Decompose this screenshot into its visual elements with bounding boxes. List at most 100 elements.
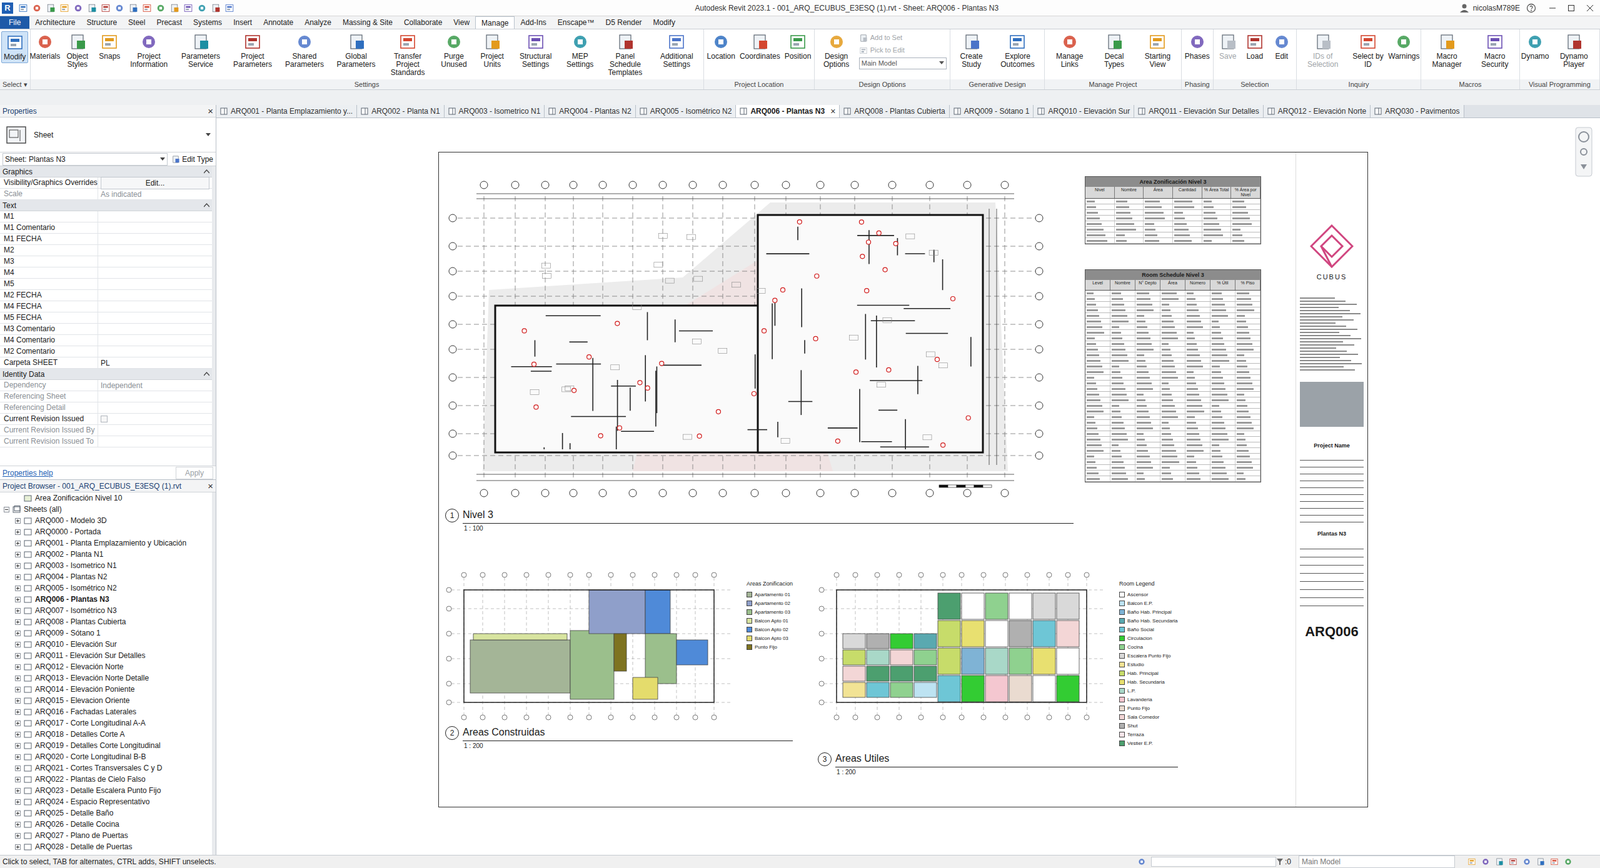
tree-item-label[interactable]: ARQ014 - Elevación Poniente [35,684,135,696]
quick-access-icon[interactable] [141,3,152,14]
status-tool-icon[interactable] [1467,857,1477,867]
tree-item[interactable]: ARQ025 - Detalle Baño [0,807,212,820]
tree-item-label[interactable]: ARQ005 - Isométrico N2 [35,582,117,594]
tree-item-label[interactable]: Area Zonificación Nivel 10 [35,492,122,504]
property-section-header[interactable]: Identity Data [0,368,212,381]
ribbon-tab[interactable]: Annotate [257,16,299,29]
status-tool-icon[interactable] [1549,857,1559,867]
ribbon-button-label[interactable]: Edit [1274,52,1289,61]
tree-item-label[interactable]: ARQ017 - Corte Longitudinal A-A [35,717,146,730]
tree-item-label[interactable]: ARQ003 - Isometrico N1 [35,560,117,572]
ribbon-button-label[interactable]: Shared Parameters [280,52,329,69]
ribbon-button-label[interactable]: Purge Unused [435,52,473,69]
quick-access-icon[interactable] [169,3,180,14]
ribbon-tab[interactable]: Structure [80,16,123,29]
ribbon-button-label[interactable]: Warnings [1388,52,1420,61]
tree-item-label[interactable]: ARQ015 - Elevacion Oriente [35,695,130,707]
ribbon-tab[interactable]: Steel [122,16,151,29]
tree-item[interactable]: ARQ003 - Isometrico N1 [0,560,212,572]
ribbon-button[interactable]: Macro Security [1471,31,1519,71]
status-tool-icon[interactable] [1536,857,1545,867]
app-logo[interactable]: R [1,2,14,14]
ribbon-button[interactable]: Select by ID [1348,31,1389,71]
tree-item-label[interactable]: ARQ023 - Detalle Escalera Punto Fijo [35,785,161,797]
ribbon-button-label[interactable]: Load [1246,52,1263,61]
view-tab[interactable]: ARQ030 - Pavimentos [1370,105,1464,118]
design-option-status[interactable]: Main Model [1298,855,1455,868]
tree-item-label[interactable]: ARQ009 - Sótano 1 [35,627,101,639]
tree-item-label[interactable]: ARQ006 - Plantas N3 [35,593,110,606]
ribbon-button-label[interactable]: MEP Settings [562,52,597,69]
ribbon-button[interactable]: Edit [1268,31,1295,62]
view-tab-label[interactable]: ARQ009 - Sótano 1 [964,105,1030,117]
ribbon-button-label[interactable]: Project Information [125,52,173,69]
model-name[interactable]: Main Model [1301,856,1341,868]
tree-item-label[interactable]: ARQ011 - Elevación Sur Detalles [35,650,146,662]
view-tab-label[interactable]: ARQ001 - Planta Emplazamiento y... [230,105,353,117]
ribbon-button[interactable]: Shared Parameters [278,31,331,71]
tree-item-label[interactable]: ARQ027 - Plano de Puertas [35,830,129,842]
quick-access-icon[interactable] [73,3,84,14]
ribbon-tab[interactable]: Collaborate [398,16,448,29]
property-value[interactable]: PL [100,357,111,369]
ribbon-tab[interactable]: Modify [647,16,681,29]
tree-item[interactable]: ARQ017 - Corte Longitudinal A-A [0,717,212,730]
tree-item[interactable]: ARQ008 - Plantas Cubierta [0,616,212,628]
ribbon-button[interactable]: Warnings [1388,31,1420,62]
view-tab[interactable]: ARQ011 - Elevación Sur Detalles [1134,105,1264,118]
view-tab-label[interactable]: ARQ006 - Plantas N3 [750,105,825,117]
tree-item-label[interactable]: Sheets (all) [23,503,62,516]
tree-item-label[interactable]: ARQ000 - Modelo 3D [35,515,107,527]
view-tab[interactable]: ARQ001 - Planta Emplazamiento y... [216,105,358,118]
ribbon-button[interactable]: Save [1214,31,1242,62]
tree-item[interactable]: ARQ014 - Elevación Poniente [0,684,212,696]
ribbon-button-label[interactable]: Design Options [817,52,855,69]
quick-access-icon[interactable] [45,3,56,14]
ribbon-small-button[interactable]: Pick to Edit [859,45,947,56]
properties-help-link[interactable]: Properties help [2,467,54,479]
status-tool-icon[interactable] [1481,857,1490,867]
ribbon-button[interactable]: Phases [1182,31,1212,62]
tree-item-label[interactable]: ARQ013 - Elevación Norte Detalle [35,672,149,685]
quick-access-icon[interactable] [210,3,221,14]
ribbon-button-label[interactable]: Materials [30,52,61,61]
ribbon-button-label[interactable]: Pick to Edit [870,45,905,56]
section-label[interactable]: Graphics [2,166,33,178]
minimize-icon[interactable] [1548,4,1557,12]
tree-item-label[interactable]: ARQ020 - Corte Longitudinal B-B [35,751,146,763]
tree-item[interactable]: ARQ015 - Elevacion Oriente [0,695,212,707]
tree-item[interactable]: ARQ024 - Espacio Representativo [0,796,212,808]
quick-access-icon[interactable] [224,3,235,14]
type-selector[interactable]: Sheet [0,117,216,153]
view-tab-label[interactable]: ARQ012 - Elevación Norte [1277,105,1367,117]
ribbon-button[interactable]: Manage Links [1046,31,1093,71]
ribbon-tab[interactable]: Enscape™ [552,16,601,29]
quick-access-icon[interactable] [114,3,125,14]
view-tab[interactable]: ARQ004 - Plantas N2 [544,105,636,118]
ribbon-button[interactable]: Location [705,31,738,62]
drawing-canvas[interactable]: 1Nivel 31 : 100Area Zonificación Nivel 3… [216,118,1600,856]
property-value-cell[interactable] [98,278,212,290]
tree-item[interactable]: ARQ027 - Plano de Puertas [0,830,212,842]
ribbon-button[interactable]: Project Parameters [226,31,279,71]
ribbon-button-label[interactable]: Decal Types [1095,52,1133,69]
view-tab-label[interactable]: ARQ002 - Planta N1 [371,105,440,117]
ribbon-button-label[interactable]: Add to Set [870,32,903,44]
tree-item[interactable]: ARQ002 - Planta N1 [0,548,212,561]
ribbon-button-label[interactable]: Macro Manager [1424,52,1469,69]
ribbon-small-button[interactable]: Add to Set [859,32,947,44]
instance-selector[interactable]: Sheet: Plantas N3 [2,153,168,166]
ribbon-button[interactable]: Coordinates [737,31,783,62]
ribbon-button-label[interactable]: Manage Links [1047,52,1091,69]
tree-item[interactable]: ARQ012 - Elevación Norte [0,661,212,673]
ribbon-button[interactable]: IDs of Selection [1298,31,1349,71]
ribbon-button-label[interactable]: Location [707,52,736,61]
property-edit-button[interactable]: Edit... [100,176,210,190]
property-value-cell[interactable] [98,245,212,256]
view-tab[interactable]: ARQ012 - Elevación Norte [1263,105,1371,118]
design-option-dropdown[interactable]: Main Model [859,57,947,70]
ribbon-button[interactable]: Load [1241,31,1268,62]
property-value-cell[interactable]: PL [98,357,212,369]
tree-item[interactable]: ARQ011 - Elevación Sur Detalles [0,650,212,662]
ribbon-button-label[interactable]: Explore Outcomes [993,52,1042,69]
